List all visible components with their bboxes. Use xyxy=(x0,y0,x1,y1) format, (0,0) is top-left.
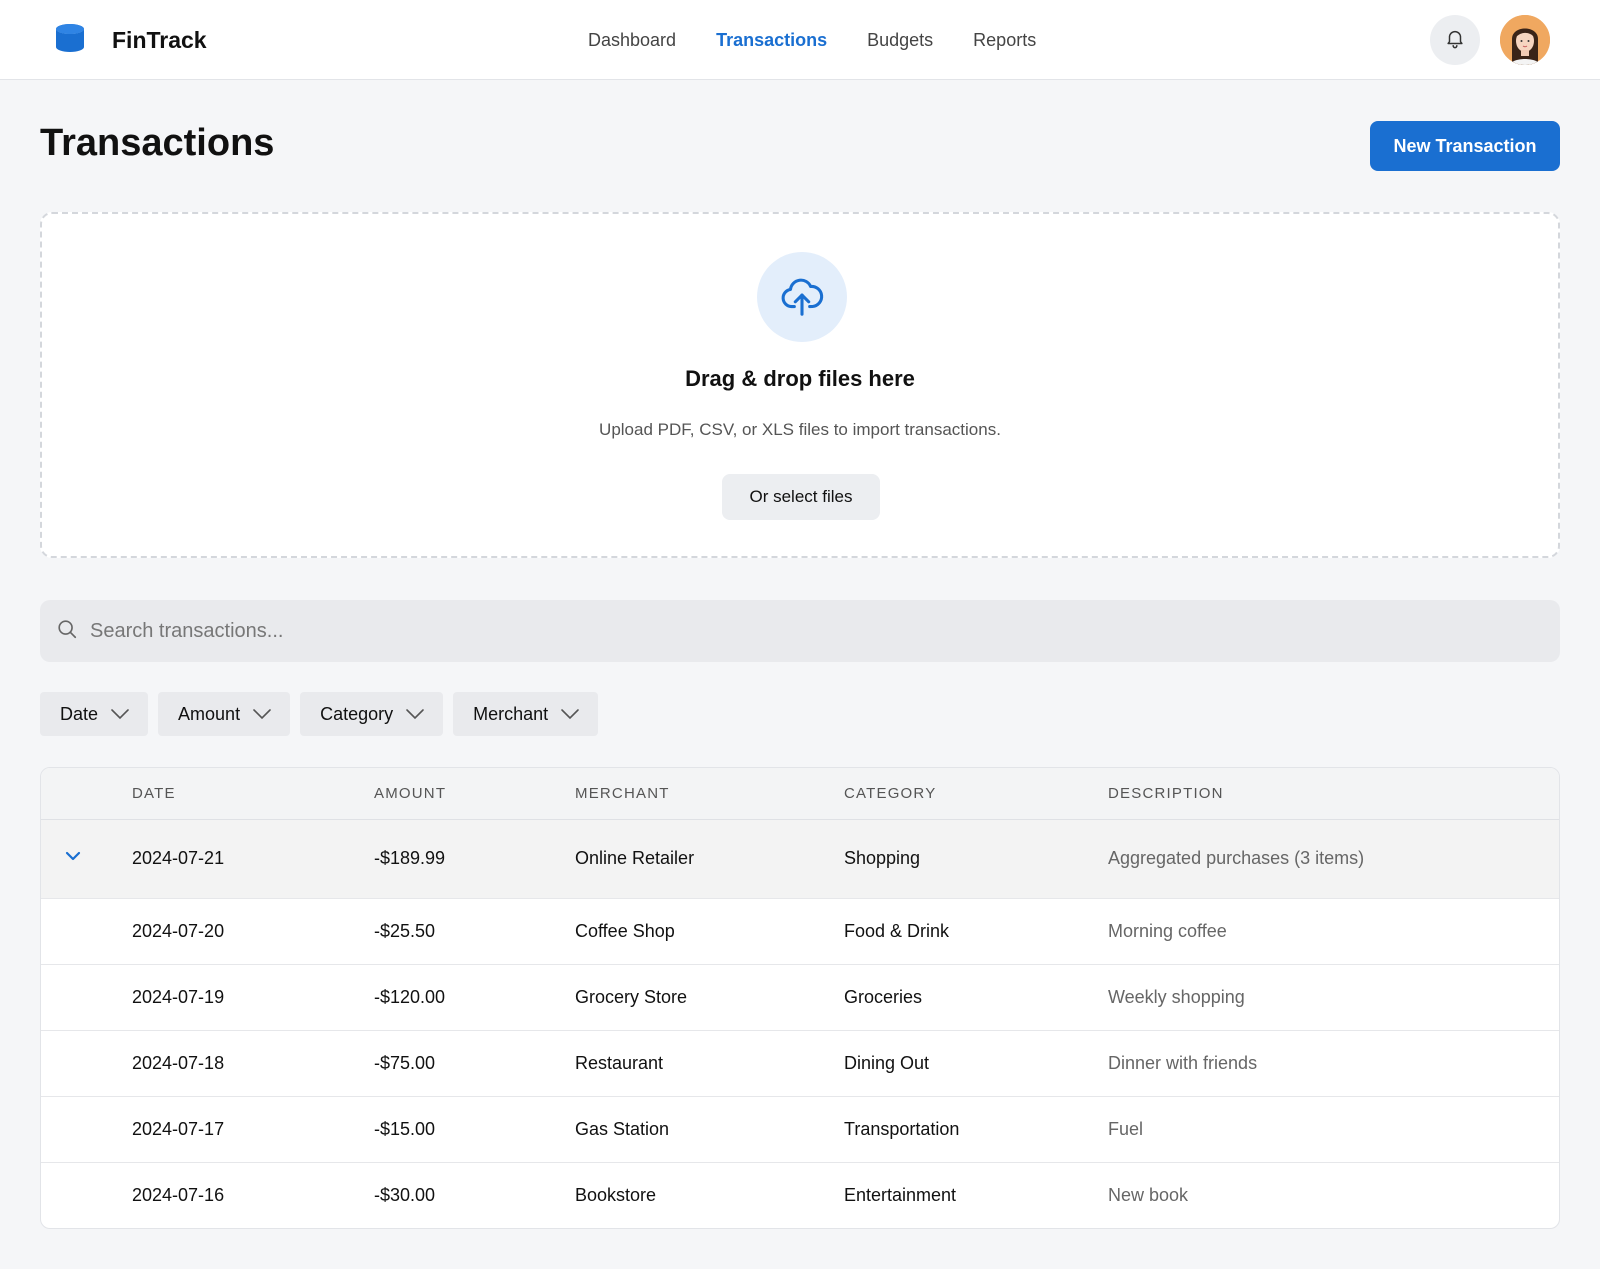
avatar[interactable] xyxy=(1500,15,1550,65)
new-transaction-button[interactable]: New Transaction xyxy=(1370,121,1560,171)
table-row[interactable]: 2024-07-21 -$189.99 Online Retailer Shop… xyxy=(41,820,1559,899)
cell-description: Weekly shopping xyxy=(1108,987,1245,1007)
cell-merchant: Gas Station xyxy=(575,1119,670,1139)
cell-merchant: Coffee Shop xyxy=(575,921,675,941)
table-row[interactable]: 2024-07-17 -$15.00 Gas Station Transport… xyxy=(41,1097,1559,1163)
cell-description: Dinner with friends xyxy=(1108,1053,1258,1073)
cell-date: 2024-07-19 xyxy=(132,987,225,1007)
bell-icon xyxy=(1444,27,1466,54)
column-header-amount[interactable]: AMOUNT xyxy=(374,785,446,802)
cell-category: Transportation xyxy=(844,1119,960,1139)
filter-label: Merchant xyxy=(473,703,549,724)
table-header: DATE AMOUNT MERCHANT CATEGORY DESCRIPTIO… xyxy=(41,768,1559,820)
cell-category: Entertainment xyxy=(844,1185,957,1205)
cell-merchant: Online Retailer xyxy=(575,848,695,868)
top-navbar: FinTrack Dashboard Transactions Budgets … xyxy=(0,0,1600,80)
cell-category: Shopping xyxy=(844,848,921,868)
cell-date: 2024-07-18 xyxy=(132,1053,225,1073)
nav-dashboard[interactable]: Dashboard xyxy=(588,26,676,54)
nav-transactions[interactable]: Transactions xyxy=(716,26,827,54)
database-icon xyxy=(54,22,86,59)
chevron-down-icon xyxy=(253,709,271,720)
brand[interactable]: FinTrack xyxy=(54,22,207,59)
cell-category: Dining Out xyxy=(844,1053,930,1073)
table-row[interactable]: 2024-07-16 -$30.00 Bookstore Entertainme… xyxy=(41,1163,1559,1228)
chevron-down-icon[interactable] xyxy=(63,846,83,866)
filter-bar: Date Amount Category Merchant xyxy=(40,692,608,736)
search-icon xyxy=(56,618,78,645)
filter-merchant[interactable]: Merchant xyxy=(453,692,599,736)
column-header-merchant[interactable]: MERCHANT xyxy=(575,785,670,802)
filter-category[interactable]: Category xyxy=(300,692,444,736)
cell-amount: -$75.00 xyxy=(374,1053,436,1073)
main-nav: Dashboard Transactions Budgets Reports xyxy=(588,26,1076,54)
cloud-upload-icon xyxy=(757,252,847,342)
filter-date[interactable]: Date xyxy=(40,692,149,736)
table-row[interactable]: 2024-07-20 -$25.50 Coffee Shop Food & Dr… xyxy=(41,899,1559,965)
page-title: Transactions xyxy=(40,122,275,164)
chevron-down-icon xyxy=(406,709,424,720)
cell-merchant: Bookstore xyxy=(575,1185,657,1205)
search-input[interactable] xyxy=(90,619,1490,643)
cell-description: Aggregated purchases (3 items) xyxy=(1108,848,1365,868)
table-row[interactable]: 2024-07-18 -$75.00 Restaurant Dining Out… xyxy=(41,1031,1559,1097)
filter-label: Amount xyxy=(178,703,241,724)
nav-budgets[interactable]: Budgets xyxy=(867,26,933,54)
app-name: FinTrack xyxy=(112,27,207,53)
cell-description: Fuel xyxy=(1108,1119,1144,1139)
dropzone-title: Drag & drop files here xyxy=(685,366,915,391)
cell-amount: -$15.00 xyxy=(374,1119,436,1139)
cell-description: New book xyxy=(1108,1185,1189,1205)
cell-date: 2024-07-20 xyxy=(132,921,225,941)
column-header-date[interactable]: DATE xyxy=(132,785,176,802)
column-header-description[interactable]: DESCRIPTION xyxy=(1108,785,1224,802)
cell-category: Food & Drink xyxy=(844,921,950,941)
chevron-down-icon xyxy=(111,709,129,720)
cell-date: 2024-07-17 xyxy=(132,1119,225,1139)
filter-amount[interactable]: Amount xyxy=(158,692,291,736)
search-bar xyxy=(40,600,1560,662)
cell-merchant: Grocery Store xyxy=(575,987,688,1007)
column-header-category[interactable]: CATEGORY xyxy=(844,785,936,802)
cell-amount: -$189.99 xyxy=(374,848,446,868)
cell-merchant: Restaurant xyxy=(575,1053,664,1073)
cell-date: 2024-07-21 xyxy=(132,848,225,868)
filter-label: Date xyxy=(60,703,99,724)
transactions-table: DATE AMOUNT MERCHANT CATEGORY DESCRIPTIO… xyxy=(40,767,1560,1229)
cell-amount: -$25.50 xyxy=(374,921,436,941)
cell-category: Groceries xyxy=(844,987,923,1007)
file-dropzone[interactable]: Drag & drop files here Upload PDF, CSV, … xyxy=(40,212,1560,558)
cell-description: Morning coffee xyxy=(1108,921,1227,941)
nav-reports[interactable]: Reports xyxy=(973,26,1036,54)
select-files-button[interactable]: Or select files xyxy=(722,474,880,520)
table-row[interactable]: 2024-07-19 -$120.00 Grocery Store Grocer… xyxy=(41,965,1559,1031)
cell-date: 2024-07-16 xyxy=(132,1185,225,1205)
cell-amount: -$30.00 xyxy=(374,1185,436,1205)
notifications-button[interactable] xyxy=(1430,15,1480,65)
chevron-down-icon xyxy=(561,709,579,720)
cell-amount: -$120.00 xyxy=(374,987,446,1007)
dropzone-subtitle: Upload PDF, CSV, or XLS files to import … xyxy=(599,420,1001,439)
filter-label: Category xyxy=(320,703,394,724)
